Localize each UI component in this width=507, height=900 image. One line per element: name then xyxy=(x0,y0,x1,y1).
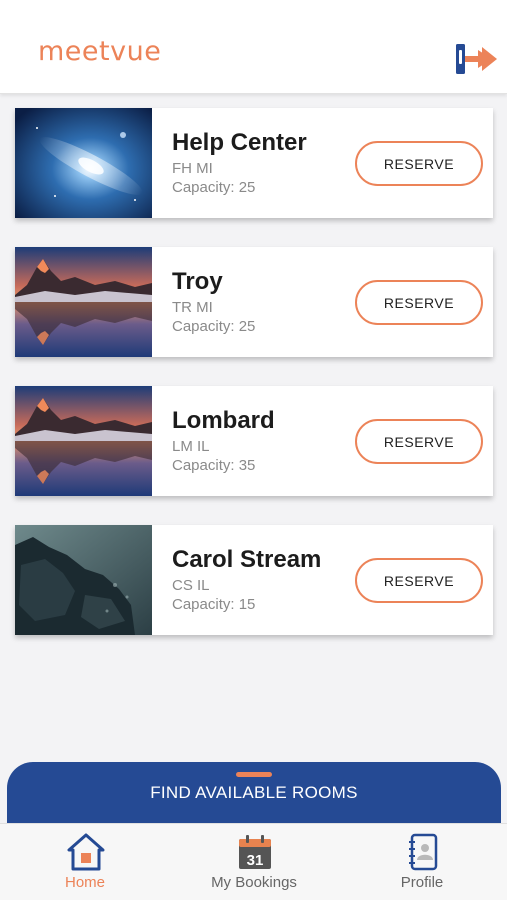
tab-label: Home xyxy=(64,874,105,891)
room-name: Lombard xyxy=(172,407,275,434)
app-logo: meetvue xyxy=(38,36,162,67)
reserve-button[interactable]: RESERVE xyxy=(355,419,483,464)
calendar-icon: 31 xyxy=(239,835,271,869)
room-card: Troy TR MI Capacity: 25 RESERVE xyxy=(15,247,493,357)
drag-handle[interactable] xyxy=(236,772,272,777)
mountain-lake-image xyxy=(15,247,152,357)
room-list: Help Center FH MI Capacity: 25 RESERVE T… xyxy=(15,108,493,664)
find-available-rooms-button[interactable]: FIND AVAILABLE ROOMS xyxy=(7,762,501,832)
contact-book-icon xyxy=(409,833,438,871)
room-card: Carol Stream CS IL Capacity: 15 RESERVE xyxy=(15,525,493,635)
galaxy-image xyxy=(15,108,152,218)
reserve-button[interactable]: RESERVE xyxy=(355,280,483,325)
tab-profile[interactable]: Profile xyxy=(362,824,482,900)
room-name: Troy xyxy=(172,268,223,295)
calendar-day-text: 31 xyxy=(247,852,264,869)
logout-arrow-icon xyxy=(456,44,497,74)
tab-label: Profile xyxy=(400,874,444,891)
home-icon xyxy=(67,833,105,871)
room-capacity: Capacity: 25 xyxy=(172,318,256,335)
tab-home[interactable]: Home xyxy=(25,824,145,900)
tab-label: My Bookings xyxy=(211,874,297,891)
reserve-button[interactable]: RESERVE xyxy=(355,558,483,603)
logout-button[interactable] xyxy=(452,40,500,80)
mountain-lake-image xyxy=(15,386,152,496)
bottom-tab-bar: Home 31 My Bookings Profile xyxy=(0,823,507,900)
room-card: Lombard LM IL Capacity: 35 RESERVE xyxy=(15,386,493,496)
room-location-code: LM IL xyxy=(172,438,210,455)
room-name: Carol Stream xyxy=(172,546,322,573)
room-location-code: CS IL xyxy=(172,577,210,594)
find-available-rooms-label: FIND AVAILABLE ROOMS xyxy=(150,783,358,802)
app-header: meetvue xyxy=(0,0,507,94)
room-card: Help Center FH MI Capacity: 25 RESERVE xyxy=(15,108,493,218)
room-name: Help Center xyxy=(172,129,307,156)
room-location-code: TR MI xyxy=(172,299,213,316)
room-location-code: FH MI xyxy=(172,160,213,177)
room-capacity: Capacity: 15 xyxy=(172,596,256,613)
reserve-button[interactable]: RESERVE xyxy=(355,141,483,186)
room-capacity: Capacity: 35 xyxy=(172,457,256,474)
rocky-shore-image xyxy=(15,525,152,635)
tab-my-bookings[interactable]: 31 My Bookings xyxy=(194,824,314,900)
room-capacity: Capacity: 25 xyxy=(172,179,256,196)
